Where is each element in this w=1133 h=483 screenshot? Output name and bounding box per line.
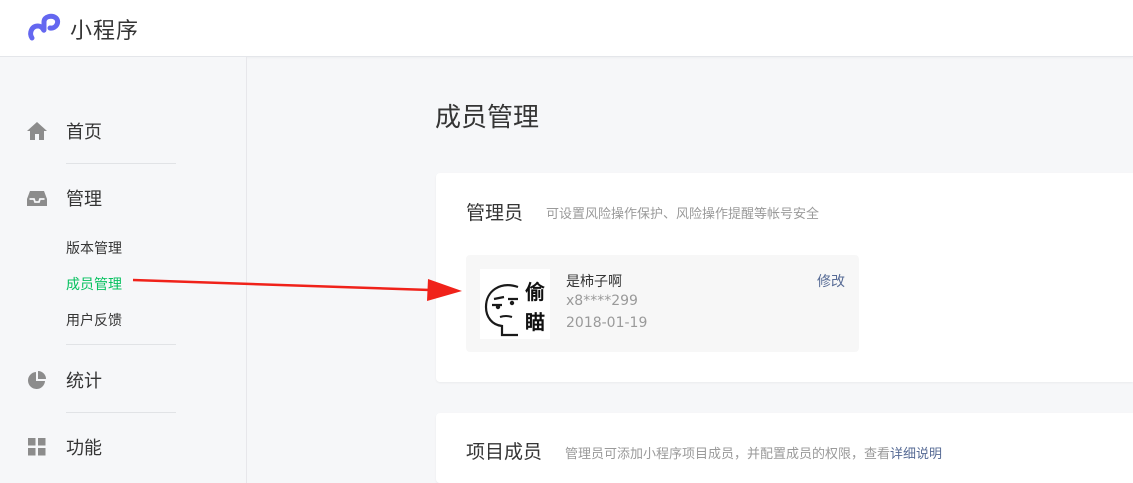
sidebar-item-label: 管理 bbox=[66, 189, 102, 210]
divider bbox=[66, 412, 176, 413]
inbox-icon bbox=[27, 191, 47, 206]
admin-card-title: 管理员 bbox=[466, 202, 524, 224]
admin-card-desc: 可设置风险操作保护、风险操作提醒等帐号安全 bbox=[546, 207, 820, 222]
pie-chart-icon bbox=[28, 371, 46, 389]
sidebar-item-label: 统计 bbox=[66, 371, 102, 392]
project-card-title: 项目成员 bbox=[466, 441, 543, 463]
page-title: 成员管理 bbox=[435, 103, 540, 133]
app-name: 小程序 bbox=[70, 19, 140, 44]
grid-icon bbox=[28, 438, 46, 456]
sidebar-subitem-feedback[interactable]: 用户反馈 bbox=[66, 310, 122, 330]
divider bbox=[66, 344, 176, 345]
mini-program-logo-icon[interactable] bbox=[28, 12, 62, 42]
avatar: 偷 瞄 bbox=[480, 269, 550, 339]
sidebar-item-manage[interactable]: 管理 bbox=[26, 183, 226, 213]
member-id: x8****299 bbox=[566, 293, 638, 309]
edit-member-button[interactable]: 修改 bbox=[817, 271, 845, 291]
sidebar-item-home[interactable]: 首页 bbox=[26, 116, 226, 146]
project-card-desc: 管理员可添加小程序项目成员，并配置成员的权限，查看详细说明 bbox=[565, 443, 942, 462]
sidebar-item-label: 功能 bbox=[66, 438, 102, 459]
sidebar-item-features[interactable]: 功能 bbox=[26, 432, 226, 462]
divider bbox=[66, 163, 176, 164]
member-card: 偷 瞄 是柿子啊 x8****299 2018-01-19 修改 bbox=[466, 255, 859, 352]
sidebar-item-stats[interactable]: 统计 bbox=[26, 365, 226, 395]
sidebar-item-label: 首页 bbox=[66, 122, 102, 143]
sidebar-subitem-versions[interactable]: 版本管理 bbox=[66, 238, 122, 258]
project-members-card: 项目成员 管理员可添加小程序项目成员，并配置成员的权限，查看详细说明 bbox=[436, 413, 1133, 483]
member-name: 是柿子啊 bbox=[566, 274, 622, 290]
avatar-text: 瞄 bbox=[525, 310, 545, 334]
member-date: 2018-01-19 bbox=[566, 315, 648, 331]
admin-card: 管理员 可设置风险操作保护、风险操作提醒等帐号安全 偷 瞄 是柿子啊 x8***… bbox=[436, 173, 1133, 382]
home-icon bbox=[27, 122, 47, 140]
details-link[interactable]: 详细说明 bbox=[890, 447, 942, 462]
project-card-desc-text: 管理员可添加小程序项目成员，并配置成员的权限，查看 bbox=[565, 447, 891, 462]
sidebar-subitem-members[interactable]: 成员管理 bbox=[66, 274, 122, 294]
avatar-text: 偷 bbox=[525, 280, 545, 304]
top-bar: 小程序 bbox=[0, 0, 1133, 57]
